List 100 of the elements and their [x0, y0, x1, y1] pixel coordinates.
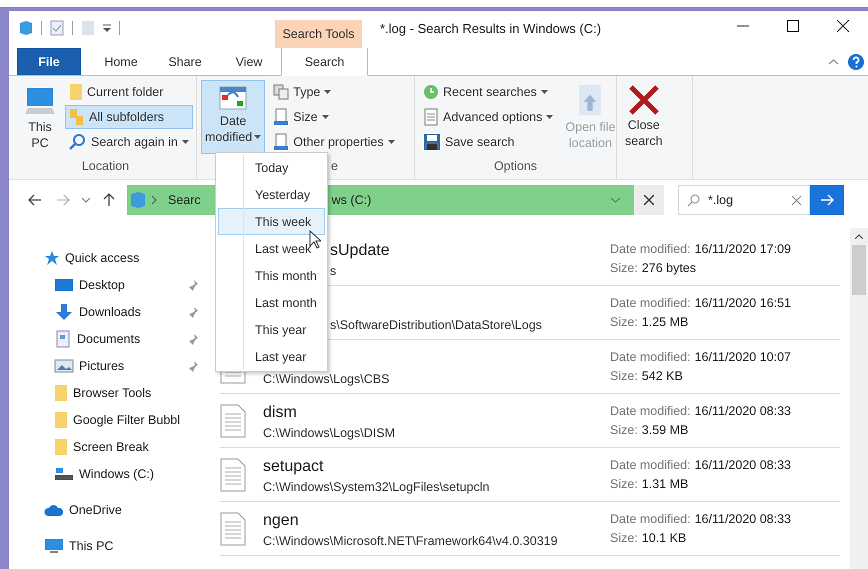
monitor-icon — [44, 538, 64, 554]
date-value: 16/11/2020 17:09 — [694, 242, 791, 256]
picture-icon — [54, 358, 74, 374]
file-path: s\SoftwareDistribution\DataStore\Logs — [330, 318, 543, 332]
menu-item[interactable]: This week — [218, 208, 325, 235]
date-value: 16/11/2020 08:33 — [694, 512, 791, 526]
file-path: s — [330, 264, 338, 278]
ribbon-button[interactable]: Size — [269, 105, 399, 129]
size-value: 276 bytes — [642, 261, 696, 275]
ribbon-button[interactable]: Recent searches — [419, 80, 558, 104]
file-name[interactable]: ngen — [263, 512, 610, 530]
sidebar-item[interactable]: Desktop — [9, 271, 215, 298]
pin-icon — [187, 360, 199, 372]
scrollbar[interactable] — [850, 228, 868, 569]
forward-arrow-icon — [56, 194, 70, 206]
scroll-thumb[interactable] — [852, 245, 866, 295]
ribbon-tab[interactable]: View — [217, 48, 281, 75]
sidebar-item[interactable]: Screen Break — [9, 433, 215, 460]
ribbon-tab[interactable]: Home — [89, 48, 153, 75]
date-label: Date modified: — [610, 242, 691, 256]
ribbon-button[interactable]: This PC — [19, 80, 61, 154]
search-icon — [69, 133, 87, 151]
document-icon — [54, 330, 72, 348]
file-path: C:\Windows\Logs\DISM — [263, 426, 396, 440]
menu-item[interactable]: This year — [218, 316, 325, 343]
chevron-down-icon — [611, 198, 620, 202]
chevron-right-icon — [152, 196, 157, 204]
menu-item[interactable]: Last month — [218, 289, 325, 316]
drive-icon — [54, 466, 74, 482]
subfolders-icon — [69, 108, 85, 126]
date-value: 16/11/2020 08:33 — [694, 404, 791, 418]
folder-icon — [54, 438, 68, 456]
page-icon — [81, 20, 95, 36]
sidebar-item[interactable]: Google Filter Bubbl — [9, 406, 215, 433]
pin-icon — [187, 332, 199, 344]
search-field[interactable]: *.log — [678, 185, 810, 215]
ribbon-tab[interactable]: Search — [281, 48, 368, 76]
folder-icon — [69, 83, 83, 101]
caret-icon — [322, 115, 329, 119]
sidebar-item[interactable]: Quick access — [9, 244, 215, 271]
help-icon — [848, 54, 864, 70]
menu-item[interactable]: This month — [218, 262, 325, 289]
cancel-button[interactable] — [634, 185, 664, 215]
size-value: 10.1 KB — [642, 531, 686, 545]
date-value: 16/11/2020 10:07 — [694, 350, 791, 364]
down-arrow-icon — [54, 302, 74, 320]
ribbon-button[interactable]: Advanced options — [419, 105, 558, 129]
sidebar-item[interactable]: Windows (C:) — [9, 460, 215, 487]
file-name[interactable]: sUpdate — [330, 242, 610, 260]
ribbon-button[interactable]: All subfolders — [65, 105, 193, 129]
calendar-icon — [218, 84, 248, 112]
chevron-up-icon — [855, 234, 863, 239]
sidebar-item[interactable]: Documents — [9, 325, 215, 352]
ribbon-button[interactable]: Search again in — [65, 130, 193, 154]
save-icon — [423, 133, 441, 151]
text-file-icon — [220, 458, 246, 492]
text-file-icon — [220, 512, 246, 546]
ribbon-button[interactable]: Date modified — [201, 80, 266, 154]
search-button[interactable] — [810, 185, 844, 215]
date-label: Date modified: — [610, 458, 691, 472]
file-path: C:\Windows\System32\LogFiles\setupcln — [263, 480, 490, 494]
document-icon — [273, 133, 290, 151]
copy-icon — [273, 84, 290, 100]
menu-item[interactable]: Last week — [218, 235, 325, 262]
size-label: Size: — [610, 531, 638, 545]
document-icon — [273, 108, 290, 126]
file-path: C:\Windows\Microsoft.NET\Framework64\v4.0.30319 — [263, 534, 559, 548]
star-icon — [44, 250, 60, 266]
close-icon — [644, 195, 654, 205]
caret-icon — [546, 115, 554, 119]
ribbon-tab[interactable]: Share — [153, 48, 217, 75]
address-text: ws (C:) — [332, 193, 372, 207]
size-label: Size: — [610, 477, 638, 491]
menu-item[interactable]: Last year — [218, 343, 325, 370]
folder-icon — [54, 384, 68, 402]
date-value: 16/11/2020 16:51 — [694, 296, 791, 310]
sidebar-item[interactable]: This PC — [9, 532, 215, 559]
ribbon-button[interactable]: Current folder — [65, 80, 193, 104]
ribbon-button[interactable]: Save search — [419, 130, 558, 154]
cube-icon — [130, 191, 146, 209]
size-value: 1.25 MB — [642, 315, 688, 329]
ribbon-button[interactable]: Type — [269, 80, 399, 104]
close-icon — [837, 20, 849, 32]
file-name[interactable]: setupact — [263, 458, 610, 476]
sidebar-item[interactable]: Browser Tools — [9, 379, 215, 406]
maximize-icon — [787, 20, 799, 32]
desktop-icon — [54, 276, 74, 292]
ribbon-tab[interactable]: File — [17, 48, 81, 75]
file-name[interactable]: dism — [263, 404, 610, 422]
sidebar-item[interactable]: OneDrive — [9, 496, 215, 523]
address-text: Searc — [168, 193, 201, 207]
group-label: e — [331, 159, 338, 173]
clear-icon — [792, 196, 801, 204]
ribbon-button[interactable]: Close search — [621, 80, 667, 154]
sidebar-item[interactable]: Downloads — [9, 298, 215, 325]
sidebar-item[interactable]: Pictures — [9, 352, 215, 379]
window-title: *.log - Search Results in Windows (C:) — [379, 21, 602, 38]
caret-icon — [388, 140, 395, 144]
menu-item[interactable]: Today — [218, 154, 325, 181]
pin-icon — [187, 278, 199, 290]
